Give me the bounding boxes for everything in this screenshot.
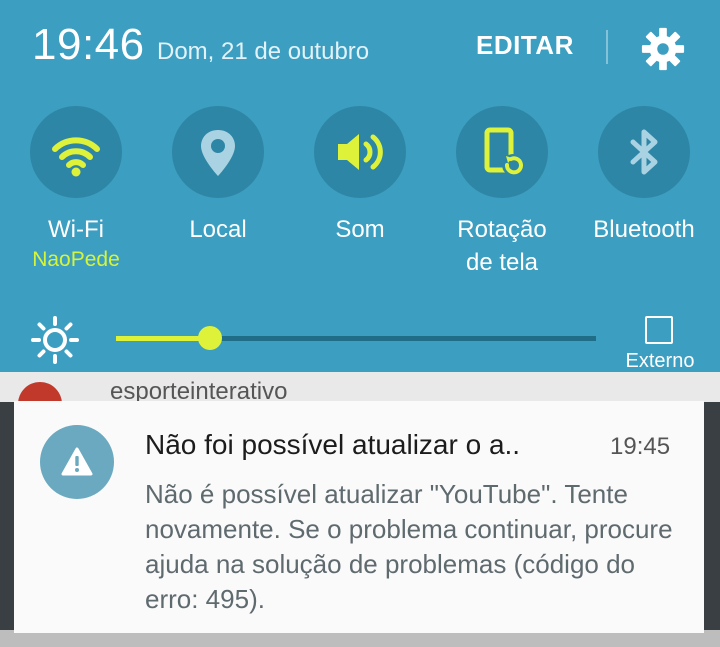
wifi-toggle-button[interactable] bbox=[30, 106, 122, 198]
screen-rotation-label-line1: Rotação bbox=[457, 216, 547, 243]
notification-icon-circle bbox=[40, 425, 114, 499]
quick-settings-panel: 19:46 Dom, 21 de outubro EDITAR Wi-Fi Na… bbox=[0, 0, 720, 390]
sound-label: Som bbox=[335, 216, 385, 243]
bluetooth-icon bbox=[630, 129, 658, 175]
screen-rotation-label-line2: de tela bbox=[465, 249, 539, 276]
screen-rotation-toggle-button[interactable] bbox=[456, 106, 548, 198]
location-pin-icon bbox=[201, 130, 235, 176]
notification-card[interactable]: Não foi possível atualizar o a.. 19:45 N… bbox=[14, 401, 704, 633]
screen-rotation-label: Rotação de tela bbox=[427, 213, 577, 279]
brightness-slider-fill bbox=[116, 336, 210, 341]
edit-button[interactable]: EDITAR bbox=[476, 30, 574, 61]
notification-body: Não é possível atualizar "YouTube". Tent… bbox=[145, 479, 673, 614]
brightness-sun-icon bbox=[31, 316, 79, 364]
location-label: Local bbox=[189, 216, 247, 243]
sound-toggle-button[interactable] bbox=[314, 106, 406, 198]
bluetooth-label: Bluetooth bbox=[593, 216, 695, 243]
outdoor-mode-label: Externo bbox=[625, 350, 695, 372]
gear-icon[interactable] bbox=[640, 26, 686, 72]
brightness-slider-thumb[interactable] bbox=[197, 326, 222, 350]
outdoor-mode-checkbox[interactable] bbox=[645, 316, 673, 344]
notification-title: Não foi possível atualizar o a.. bbox=[145, 429, 521, 460]
wifi-network-name: NaoPede bbox=[32, 248, 120, 271]
background-app-avatar bbox=[18, 382, 62, 402]
volume-icon bbox=[338, 134, 383, 170]
header-divider bbox=[606, 30, 608, 64]
location-toggle-button[interactable] bbox=[172, 106, 264, 198]
clock-time: 19:46 bbox=[32, 20, 145, 69]
wifi-label: Wi-Fi bbox=[48, 216, 104, 243]
background-app-text: esporteinterativo bbox=[110, 378, 288, 402]
clock-date: Dom, 21 de outubro bbox=[157, 38, 370, 65]
bluetooth-toggle-button[interactable] bbox=[598, 106, 690, 198]
screen-rotation-icon bbox=[484, 127, 524, 176]
background-app-strip: esporteinterativo bbox=[0, 372, 720, 402]
warning-icon bbox=[61, 447, 93, 476]
wifi-icon bbox=[52, 137, 100, 177]
notification-time: 19:45 bbox=[610, 433, 671, 460]
